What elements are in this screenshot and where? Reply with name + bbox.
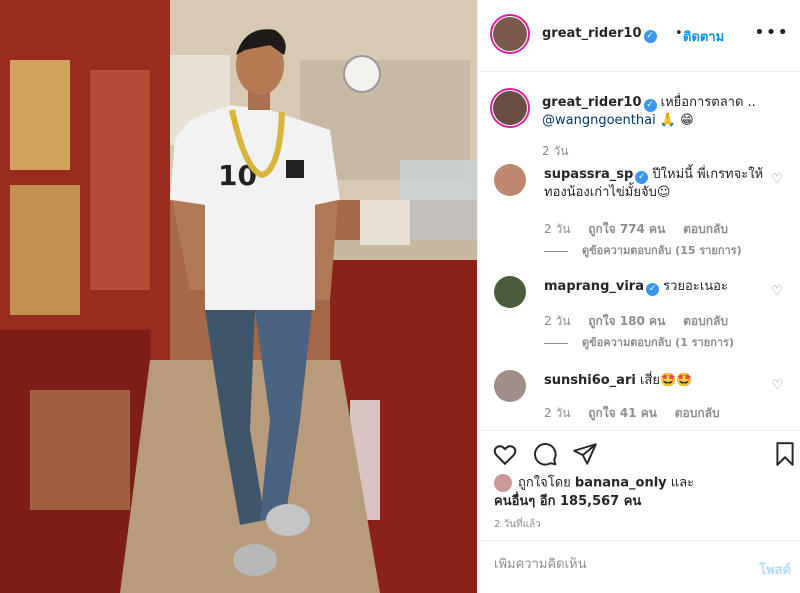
heart-icon[interactable]: ♡ xyxy=(771,378,783,393)
follow-button[interactable]: ติดตาม xyxy=(683,26,724,47)
liked-by-user[interactable]: banana_only xyxy=(575,476,667,491)
heart-icon[interactable] xyxy=(492,441,518,467)
heart-icon[interactable]: ♡ xyxy=(771,284,783,299)
view-replies-button[interactable]: ดูข้อความตอบกลับ (1 รายการ) xyxy=(544,333,734,351)
reply-button[interactable]: ตอบกลับ xyxy=(675,406,720,420)
avatar[interactable] xyxy=(494,474,512,492)
likes-others-link[interactable]: คนอื่นๆ อีก 185,567 คน xyxy=(494,494,641,509)
comment-username[interactable]: sunshi6o_ari xyxy=(544,373,636,388)
post-button[interactable]: โพสต์ xyxy=(759,559,791,580)
avatar[interactable] xyxy=(493,91,527,125)
likes-prefix: ถูกใจโดย xyxy=(518,475,571,491)
divider xyxy=(544,250,568,252)
caption-emoji: 🙏 😁 xyxy=(659,113,694,128)
reply-button[interactable]: ตอบกลับ xyxy=(683,314,728,328)
avatar[interactable] xyxy=(494,276,526,308)
likes-summary: ถูกใจโดย banana_only และ คนอื่นๆ อีก 185… xyxy=(494,474,794,511)
comment-meta: 2 วัน ถูกใจ 180 คน ตอบกลับ xyxy=(544,312,742,331)
avatar[interactable] xyxy=(493,17,527,51)
comment-text: sunshi6o_ari เสี่ย🤩🤩 xyxy=(544,372,764,390)
add-comment-bar: โพสต์ xyxy=(478,540,800,593)
comment-meta: 2 วัน ถูกใจ 774 คน ตอบกลับ xyxy=(544,220,742,239)
comment-time[interactable]: 2 วัน xyxy=(544,222,570,236)
verified-icon: ✓ xyxy=(643,30,657,43)
comment-icon[interactable] xyxy=(532,441,558,467)
reply-button[interactable]: ตอบกลับ xyxy=(683,222,728,236)
header-username-text[interactable]: great_rider10 xyxy=(542,26,642,41)
caption-body: เหยื่อการตลาด .. xyxy=(660,95,756,110)
view-replies-label[interactable]: ดูข้อความตอบกลับ (1 รายการ) xyxy=(582,336,734,349)
comment-meta: 2 วัน ถูกใจ 41 คน ตอบกลับ xyxy=(544,404,734,423)
comment-likes[interactable]: ถูกใจ 774 คน xyxy=(588,222,665,236)
caption-time[interactable]: 2 วัน xyxy=(542,142,568,161)
verified-icon: ✓ xyxy=(635,171,649,184)
comment-likes[interactable]: ถูกใจ 41 คน xyxy=(588,406,657,420)
comment-time[interactable]: 2 วัน xyxy=(544,406,570,420)
post-photo[interactable]: 10 xyxy=(0,0,477,593)
post-time[interactable]: 2 วันที่แล้ว xyxy=(494,517,541,532)
post-photo-illustration: 10 xyxy=(0,0,477,593)
avatar[interactable] xyxy=(494,164,526,196)
divider xyxy=(544,342,568,344)
caption-text: great_rider10 ✓ เหยื่อการตลาด .. @wangngo… xyxy=(542,94,787,130)
separator-dot: • xyxy=(675,26,683,41)
comment-username[interactable]: maprang_vira xyxy=(544,279,644,294)
caption-username[interactable]: great_rider10 xyxy=(542,95,642,110)
verified-icon: ✓ xyxy=(643,99,657,112)
share-icon[interactable] xyxy=(572,441,598,467)
mention-link[interactable]: @wangngoenthai xyxy=(542,113,656,128)
more-icon[interactable]: ••• xyxy=(754,22,789,43)
comment-likes[interactable]: ถูกใจ 180 คน xyxy=(588,314,665,328)
comment-text: maprang_vira ✓ รวยอะเนอะ xyxy=(544,278,764,296)
header-username[interactable]: great_rider10 ✓ xyxy=(542,26,657,43)
comment-text: supassra_sp ✓ ปีใหม่นี้ พี่เกรทจะให้ทองน้… xyxy=(544,166,764,202)
comment-body: รวยอะเนอะ xyxy=(663,279,728,294)
view-replies-label[interactable]: ดูข้อความตอบกลับ (15 รายการ) xyxy=(582,244,742,257)
avatar[interactable] xyxy=(494,370,526,402)
side-panel: great_rider10 ✓ • ติดตาม ••• great_rider1… xyxy=(477,0,800,593)
verified-icon: ✓ xyxy=(645,283,659,296)
post-header: great_rider10 ✓ • ติดตาม ••• xyxy=(478,0,800,72)
comment-username[interactable]: supassra_sp xyxy=(544,167,633,182)
comment-body: เสี่ย🤩🤩 xyxy=(639,373,693,388)
bookmark-icon[interactable] xyxy=(772,441,798,467)
comment-input[interactable] xyxy=(494,557,734,572)
view-replies-button[interactable]: ดูข้อความตอบกลับ (15 รายการ) xyxy=(544,241,742,259)
comment-time[interactable]: 2 วัน xyxy=(544,314,570,328)
heart-icon[interactable]: ♡ xyxy=(771,172,783,187)
likes-and: และ xyxy=(670,475,695,491)
